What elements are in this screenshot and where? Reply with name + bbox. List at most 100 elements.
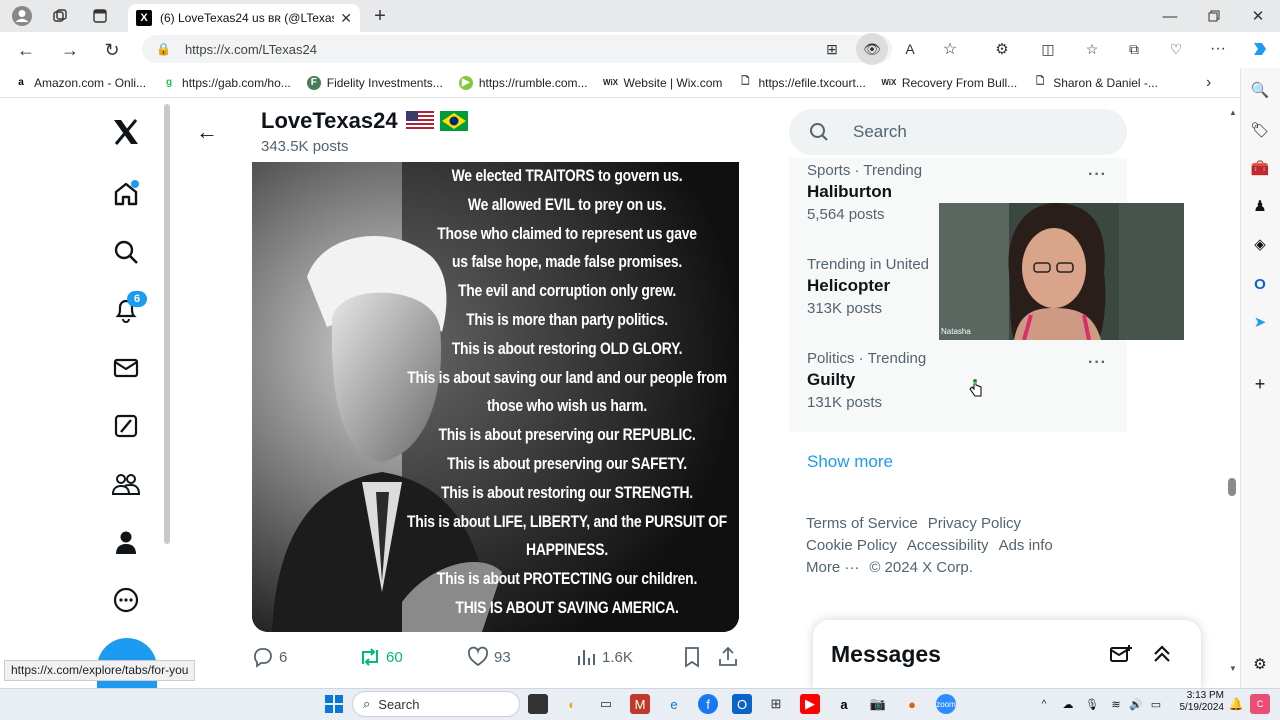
youtube-icon[interactable]: ▶ xyxy=(800,694,820,714)
browser-tab[interactable]: X (6) LoveTexas24 us ʙʀ (@LTexas24 ✕ xyxy=(128,4,360,32)
mcafee-icon[interactable]: M xyxy=(630,694,650,714)
repost-button[interactable]: 60 xyxy=(358,646,403,668)
split-screen-icon[interactable]: ◫ xyxy=(1032,33,1064,65)
windows-start-icon[interactable] xyxy=(324,694,344,714)
x-logo-icon[interactable] xyxy=(108,114,144,150)
edge-search-icon[interactable]: 🔍 xyxy=(1250,80,1270,100)
terms-link[interactable]: Terms of Service xyxy=(806,515,918,532)
copilot-taskbar-icon[interactable]: C xyxy=(1250,694,1270,714)
refresh-icon[interactable]: ↻ xyxy=(96,34,128,66)
extensions-icon[interactable]: ⚙ xyxy=(986,33,1018,65)
edge-tools-icon[interactable]: 🧰 xyxy=(1250,158,1270,178)
microphone-icon[interactable]: 🎙 xyxy=(1082,694,1102,714)
file-explorer-icon[interactable]: ▭ xyxy=(596,694,616,714)
bookmark-fidelity[interactable]: F Fidelity Investments... xyxy=(306,75,443,90)
copilot-icon[interactable] xyxy=(1244,33,1276,65)
taskbar-clock[interactable]: 3:13 PM 5/19/2024 xyxy=(1168,690,1225,714)
more-icon[interactable] xyxy=(108,582,144,618)
messages-icon[interactable] xyxy=(108,350,144,386)
profile-icon[interactable] xyxy=(8,2,36,30)
trend-item[interactable]: Politics · Trending Guilty 131K posts xyxy=(807,350,1117,411)
edge-add-icon[interactable]: + xyxy=(1250,374,1270,394)
bookmark-button[interactable] xyxy=(682,646,702,668)
taskbar-search[interactable]: ⌕ Search xyxy=(352,691,520,717)
workspaces-icon[interactable] xyxy=(46,2,74,30)
camera-icon[interactable]: 📷 xyxy=(868,694,888,714)
edge-outlook-icon[interactable]: O xyxy=(1250,274,1270,294)
bookmark-amazon[interactable]: a Amazon.com - Onli... xyxy=(14,76,146,90)
communities-icon[interactable] xyxy=(108,466,144,502)
views-button[interactable]: 1.6K xyxy=(576,646,633,668)
firefox-icon[interactable]: ● xyxy=(902,694,922,714)
page-scrollbar-thumb[interactable] xyxy=(1228,478,1236,496)
close-tab-icon[interactable]: ✕ xyxy=(340,10,352,27)
accessibility-link[interactable]: Accessibility xyxy=(907,537,989,554)
new-tab-icon[interactable]: + xyxy=(366,2,394,30)
widgets-icon[interactable]: ◐ xyxy=(562,694,582,714)
grok-icon[interactable] xyxy=(108,408,144,444)
show-more-link[interactable]: Show more xyxy=(807,452,893,472)
scroll-down-icon[interactable]: ▼ xyxy=(1229,664,1237,673)
close-window-icon[interactable]: ✕ xyxy=(1244,2,1272,30)
apps-icon[interactable]: ⊞ xyxy=(816,33,848,65)
post-image[interactable]: We elected TRAITORS to govern us. We all… xyxy=(252,162,739,632)
bookmark-sharon[interactable]: 🗋 Sharon & Daniel -... xyxy=(1033,76,1158,90)
task-view-icon[interactable] xyxy=(528,694,548,714)
left-scrollbar[interactable] xyxy=(164,104,170,544)
trend-more-icon[interactable]: ··· xyxy=(1088,166,1107,184)
expand-chevron-icon[interactable] xyxy=(1151,643,1173,665)
back-icon[interactable]: ← xyxy=(10,34,42,66)
profile-nav-icon[interactable] xyxy=(108,524,144,560)
search-box[interactable]: Search xyxy=(789,109,1127,155)
back-arrow-icon[interactable]: ← xyxy=(196,119,218,145)
battery-icon[interactable]: ▭ xyxy=(1146,694,1166,714)
share-button[interactable] xyxy=(718,646,738,668)
messages-drawer[interactable]: Messages xyxy=(813,620,1201,688)
forward-icon[interactable]: → xyxy=(54,34,86,66)
cookie-link[interactable]: Cookie Policy xyxy=(806,537,897,554)
bookmark-wix[interactable]: WiX Website | Wix.com xyxy=(603,76,722,90)
reply-button[interactable]: 6 xyxy=(252,646,287,668)
minimize-icon[interactable]: — xyxy=(1156,2,1184,30)
store-icon[interactable]: ⊞ xyxy=(766,694,786,714)
explore-icon[interactable] xyxy=(108,234,144,270)
maximize-icon[interactable] xyxy=(1200,2,1228,30)
collections-icon[interactable]: ⧉ xyxy=(1118,33,1150,65)
edge-settings-icon[interactable]: ⚙ xyxy=(1250,654,1270,674)
more-link[interactable]: More ··· xyxy=(806,559,859,576)
bookmark-rumble[interactable]: ▶ https://rumble.com... xyxy=(458,75,588,90)
bookmark-efile[interactable]: 🗋 https://efile.txcourt... xyxy=(738,76,865,90)
read-aloud-icon[interactable]: A xyxy=(894,33,926,65)
browser-essentials-icon[interactable]: ♡ xyxy=(1160,33,1192,65)
wifi-icon[interactable]: ≋ xyxy=(1106,694,1126,714)
outlook-icon[interactable]: O xyxy=(732,694,752,714)
volume-icon[interactable]: 🔊 xyxy=(1126,694,1146,714)
edge-send-icon[interactable]: ➤ xyxy=(1250,312,1270,332)
favorite-star-icon[interactable]: ☆ xyxy=(934,33,966,65)
bookmark-gab[interactable]: g https://gab.com/ho... xyxy=(162,76,291,90)
edge-office-icon[interactable]: ◈ xyxy=(1250,234,1270,254)
address-bar[interactable]: 🔒 https://x.com/LTexas24 xyxy=(142,35,892,63)
bookmark-recovery[interactable]: WiX Recovery From Bull... xyxy=(881,76,1017,90)
new-message-icon[interactable] xyxy=(1109,643,1133,665)
like-button[interactable]: 93 xyxy=(467,646,511,668)
scroll-up-icon[interactable]: ▲ xyxy=(1229,108,1237,117)
settings-menu-icon[interactable]: ··· xyxy=(1202,33,1234,65)
facebook-icon[interactable]: f xyxy=(698,694,718,714)
edge-taskbar-icon[interactable]: e xyxy=(664,694,684,714)
vertical-tabs-icon[interactable] xyxy=(86,2,114,30)
tray-overflow-icon[interactable]: ^ xyxy=(1034,694,1054,714)
amazon-taskbar-icon[interactable]: a xyxy=(834,694,854,714)
privacy-link[interactable]: Privacy Policy xyxy=(928,515,1021,532)
favorites-icon[interactable]: ☆ xyxy=(1076,33,1108,65)
tracking-prevention-icon[interactable]: 👁 xyxy=(856,33,888,65)
home-icon[interactable] xyxy=(108,176,144,212)
notification-bell-icon[interactable]: 🔔 xyxy=(1226,694,1246,714)
trend-more-icon[interactable]: ··· xyxy=(1088,354,1107,372)
zoom-icon[interactable]: zoom xyxy=(936,694,956,714)
bookmarks-overflow-icon[interactable]: › xyxy=(1206,74,1211,92)
edge-games-icon[interactable]: ♟ xyxy=(1250,196,1270,216)
onedrive-icon[interactable]: ☁ xyxy=(1058,694,1078,714)
edge-shopping-icon[interactable]: 🏷 xyxy=(1250,120,1270,140)
ads-info-link[interactable]: Ads info xyxy=(999,537,1053,554)
